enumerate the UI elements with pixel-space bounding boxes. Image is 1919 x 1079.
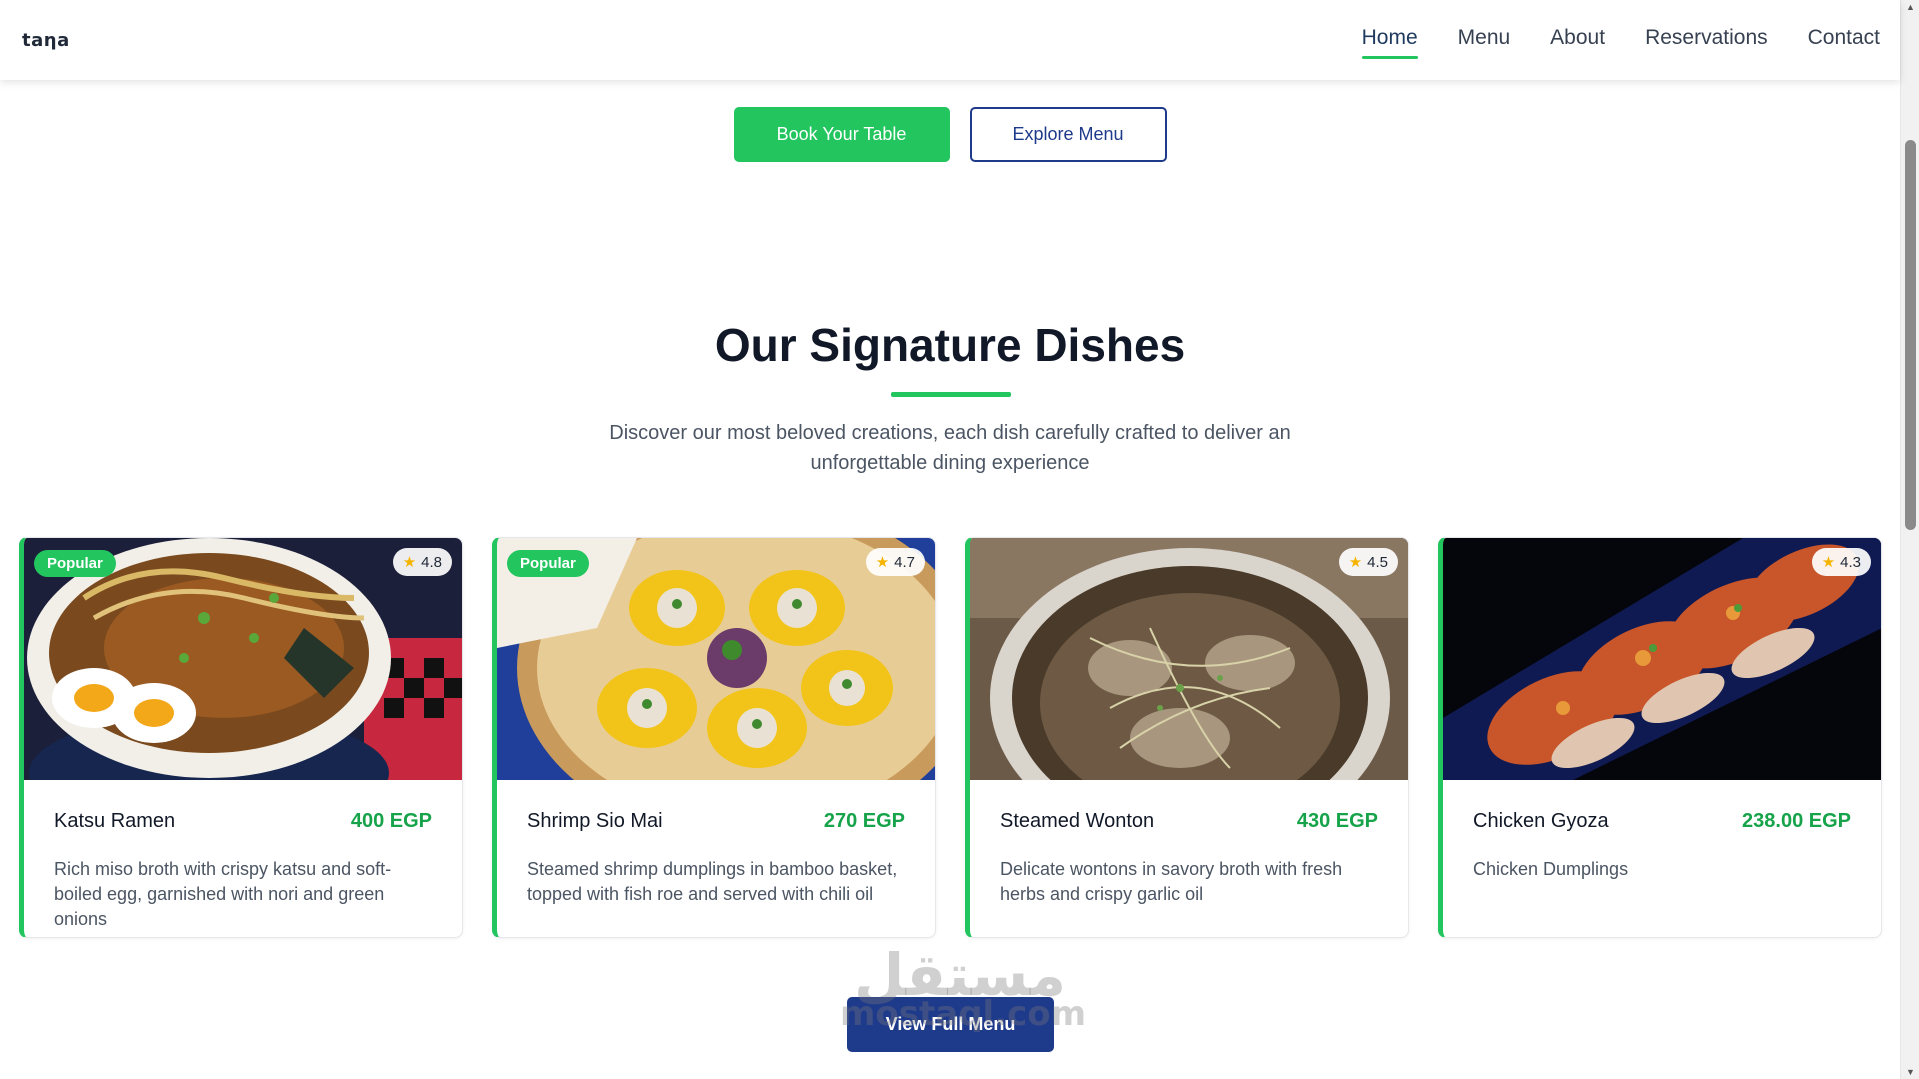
title-underline [891, 392, 1011, 397]
dish-name: Steamed Wonton [1000, 810, 1155, 832]
star-icon: ★ [1348, 554, 1363, 571]
rating-badge: ★ 4.8 [392, 548, 452, 576]
dish-price: 430 EGP [1296, 810, 1378, 832]
scroll-down-icon[interactable]: ▼ [1901, 1067, 1919, 1077]
rating-value: 4.7 [894, 553, 915, 571]
dish-image: ★ 4.5 [970, 538, 1408, 780]
star-icon: ★ [1821, 554, 1836, 571]
dish-card-head: Shrimp Sio Mai 270 EGP [527, 810, 905, 833]
dish-name: Chicken Gyoza [1473, 810, 1609, 832]
site-header: taƞa Home Menu About Reservations Contac… [0, 0, 1900, 80]
popular-badge: Popular [34, 550, 116, 577]
view-full-menu-button[interactable]: View Full Menu [847, 997, 1054, 1052]
dish-description: Chicken Dumplings [1473, 859, 1629, 879]
rating-badge: ★ 4.3 [1811, 548, 1871, 576]
dish-card[interactable]: Popular ★ 4.8 Katsu Ramen 400 EGP Rich m… [19, 537, 463, 938]
star-icon: ★ [402, 554, 417, 571]
rating-badge: ★ 4.5 [1338, 548, 1398, 576]
rating-badge: ★ 4.7 [865, 548, 925, 576]
nav-home[interactable]: Home [1361, 26, 1418, 59]
rating-value: 4.5 [1367, 553, 1388, 571]
hero-actions: Book Your Table Explore Menu [0, 107, 1900, 162]
book-table-button[interactable]: Book Your Table [733, 107, 950, 162]
watermark-arabic: مستقل [853, 941, 1067, 1009]
nav-menu[interactable]: Menu [1458, 26, 1511, 54]
dish-card-body: Katsu Ramen 400 EGP Rich miso broth with… [24, 780, 462, 932]
main-nav: Home Menu About Reservations Contact [1361, 26, 1880, 59]
section-subtitle: Discover our most beloved creations, eac… [609, 422, 1291, 474]
dish-cards: Popular ★ 4.8 Katsu Ramen 400 EGP Rich m… [19, 537, 1882, 938]
explore-menu-button[interactable]: Explore Menu [969, 107, 1167, 162]
scroll-thumb[interactable] [1905, 140, 1916, 530]
rating-value: 4.3 [1840, 553, 1861, 571]
dish-name: Shrimp Sio Mai [527, 810, 663, 832]
nav-about[interactable]: About [1550, 26, 1605, 54]
dish-card-body: Steamed Wonton 430 EGP Delicate wontons … [970, 780, 1408, 907]
page-scrollbar[interactable]: ▲ ▼ [1900, 0, 1919, 1079]
dish-card-head: Steamed Wonton 430 EGP [1000, 810, 1378, 833]
dish-description: Steamed shrimp dumplings in bamboo baske… [527, 859, 898, 904]
nav-contact[interactable]: Contact [1808, 26, 1880, 54]
dish-price: 238.00 EGP [1742, 810, 1851, 832]
dish-card-body: Shrimp Sio Mai 270 EGP Steamed shrimp du… [497, 780, 935, 907]
dish-card[interactable]: Popular ★ 4.7 Shrimp Sio Mai 270 EGP Ste… [492, 537, 936, 938]
dish-card[interactable]: ★ 4.3 Chicken Gyoza 238.00 EGP Chicken D… [1438, 537, 1882, 938]
dish-description: Delicate wontons in savory broth with fr… [1000, 859, 1343, 904]
star-icon: ★ [875, 554, 890, 571]
dish-card-head: Katsu Ramen 400 EGP [54, 810, 432, 833]
dish-price: 270 EGP [823, 810, 905, 832]
scroll-up-icon[interactable]: ▲ [1901, 2, 1919, 12]
nav-reservations[interactable]: Reservations [1645, 26, 1768, 54]
dish-card-head: Chicken Gyoza 238.00 EGP [1473, 810, 1851, 833]
dish-price: 400 EGP [350, 810, 432, 832]
dish-name: Katsu Ramen [54, 810, 176, 832]
dish-image: Popular ★ 4.8 [24, 538, 462, 780]
popular-badge: Popular [507, 550, 589, 577]
dish-image: ★ 4.3 [1443, 538, 1881, 780]
dish-image: Popular ★ 4.7 [497, 538, 935, 780]
section-title: Our Signature Dishes [714, 319, 1186, 371]
site-logo[interactable]: taƞa [22, 30, 70, 51]
dish-description: Rich miso broth with crispy katsu and so… [54, 859, 392, 929]
dish-card-body: Chicken Gyoza 238.00 EGP Chicken Dumplin… [1443, 780, 1881, 882]
rating-value: 4.8 [421, 553, 442, 571]
dish-card[interactable]: ★ 4.5 Steamed Wonton 430 EGP Delicate wo… [965, 537, 1409, 938]
